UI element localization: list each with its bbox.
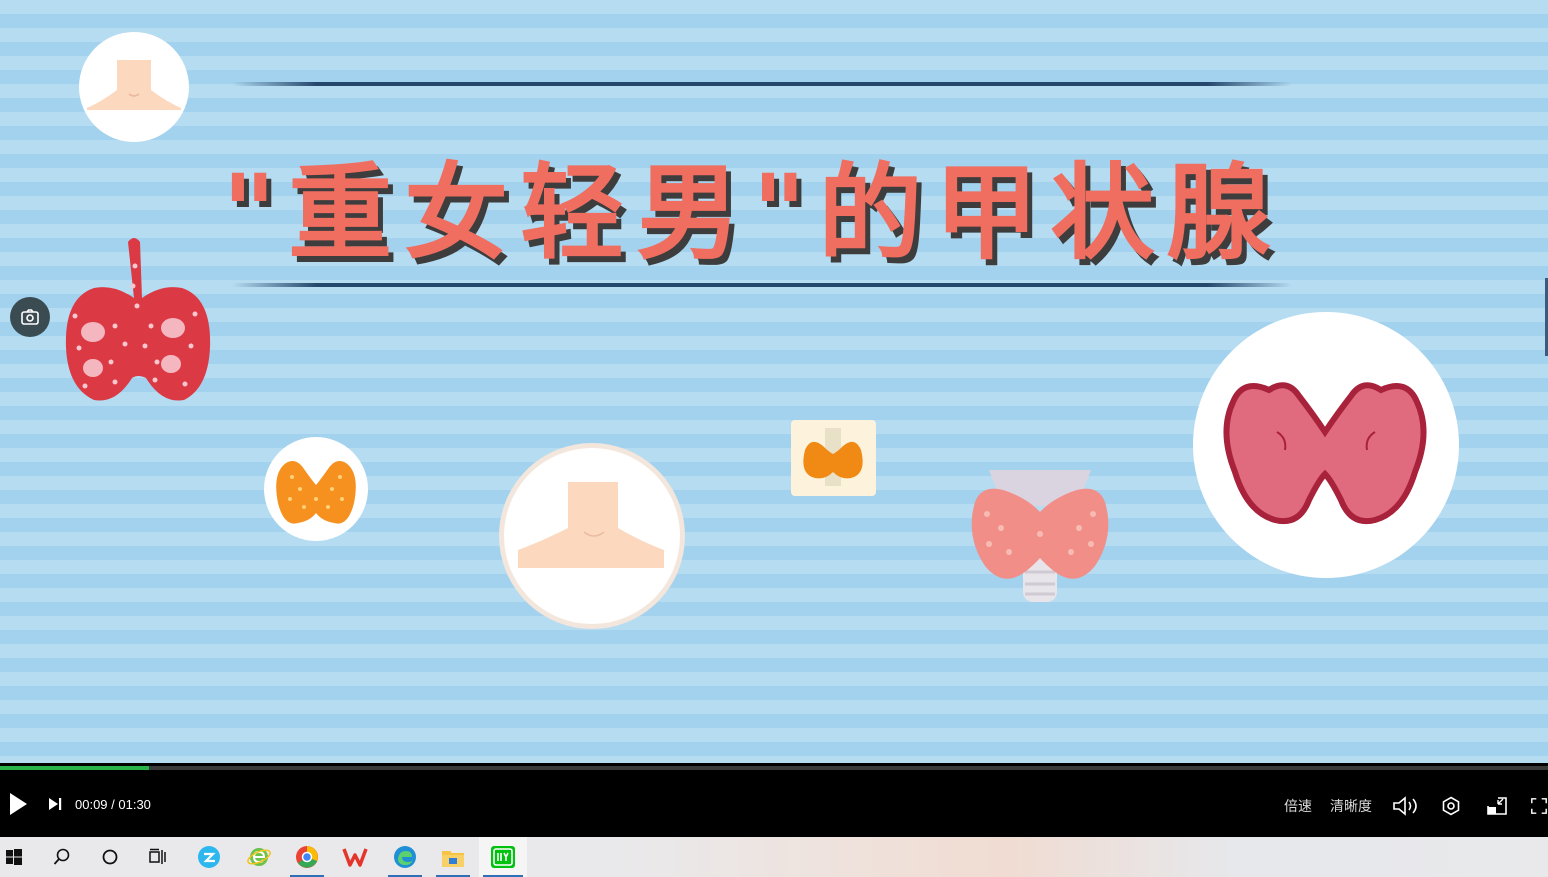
speed-button[interactable]: 倍速 [1284, 796, 1312, 816]
quality-button[interactable]: 清晰度 [1330, 796, 1372, 816]
taskbar-iqiyi[interactable] [479, 837, 527, 877]
neck-large-illustration [518, 482, 664, 568]
thyroid-thumbnail [791, 420, 876, 496]
title-top-rule [232, 82, 1292, 86]
large-thyroid-illustration [1223, 382, 1427, 524]
play-icon [10, 793, 27, 815]
file-explorer-icon [442, 851, 464, 867]
large-thyroid-circle [1193, 312, 1459, 578]
windows-start-icon [6, 849, 22, 865]
ie-icon [247, 848, 271, 866]
taskbar-browser-e[interactable] [188, 837, 230, 877]
volume-button[interactable] [1392, 795, 1420, 817]
task-view-button[interactable] [136, 837, 180, 877]
edge-icon [394, 846, 416, 868]
progress-bar[interactable] [0, 766, 1548, 770]
player-controls: 00:09 / 01:30 倍速 清晰度 [0, 763, 1548, 837]
search-icon [53, 848, 70, 865]
settings-button[interactable] [1440, 795, 1462, 817]
neck-circle-large [499, 443, 685, 629]
camera-icon [21, 309, 39, 325]
fullscreen-icon [1531, 798, 1547, 814]
taskbar-file-explorer[interactable] [432, 837, 474, 877]
cortana-button[interactable] [88, 837, 132, 877]
picture-in-picture-icon [1487, 797, 1507, 815]
next-icon [49, 798, 62, 810]
volume-icon [1393, 796, 1417, 816]
time-display: 00:09 / 01:30 [75, 797, 151, 812]
windows-taskbar [0, 837, 1548, 877]
wps-icon [342, 848, 368, 867]
color-app-icon [296, 846, 318, 868]
red-thyroid-illustration [65, 238, 211, 401]
orange-thyroid-circle [264, 437, 368, 541]
pip-button[interactable] [1485, 795, 1509, 817]
iqiyi-icon [491, 846, 515, 868]
taskbar-edge[interactable] [384, 837, 426, 877]
title-bottom-rule [232, 283, 1292, 287]
pink-thyroid-illustration [971, 470, 1109, 602]
screenshot-button[interactable] [10, 297, 50, 337]
task-view-icon [149, 848, 166, 864]
next-button[interactable] [44, 793, 66, 815]
orange-thyroid-illustration [276, 461, 356, 524]
cortana-icon [102, 849, 118, 865]
neck-illustration [87, 60, 181, 110]
taskbar-ie[interactable] [238, 837, 280, 877]
taskbar-wps[interactable] [334, 837, 376, 877]
settings-icon [1442, 796, 1460, 816]
neck-circle-small [79, 32, 189, 142]
taskbar-color-app[interactable] [286, 837, 328, 877]
video-title: "重女轻男"的甲状腺 [222, 152, 1283, 274]
windows-start-button[interactable] [0, 837, 28, 877]
video-frame[interactable]: "重女轻男"的甲状腺 [0, 0, 1548, 763]
progress-fill [0, 766, 149, 770]
thyroid-thumbnail-illustration [803, 428, 863, 486]
browser-e-icon [198, 846, 220, 868]
fullscreen-button[interactable] [1530, 795, 1548, 817]
play-button[interactable] [4, 789, 32, 819]
search-button[interactable] [40, 837, 84, 877]
